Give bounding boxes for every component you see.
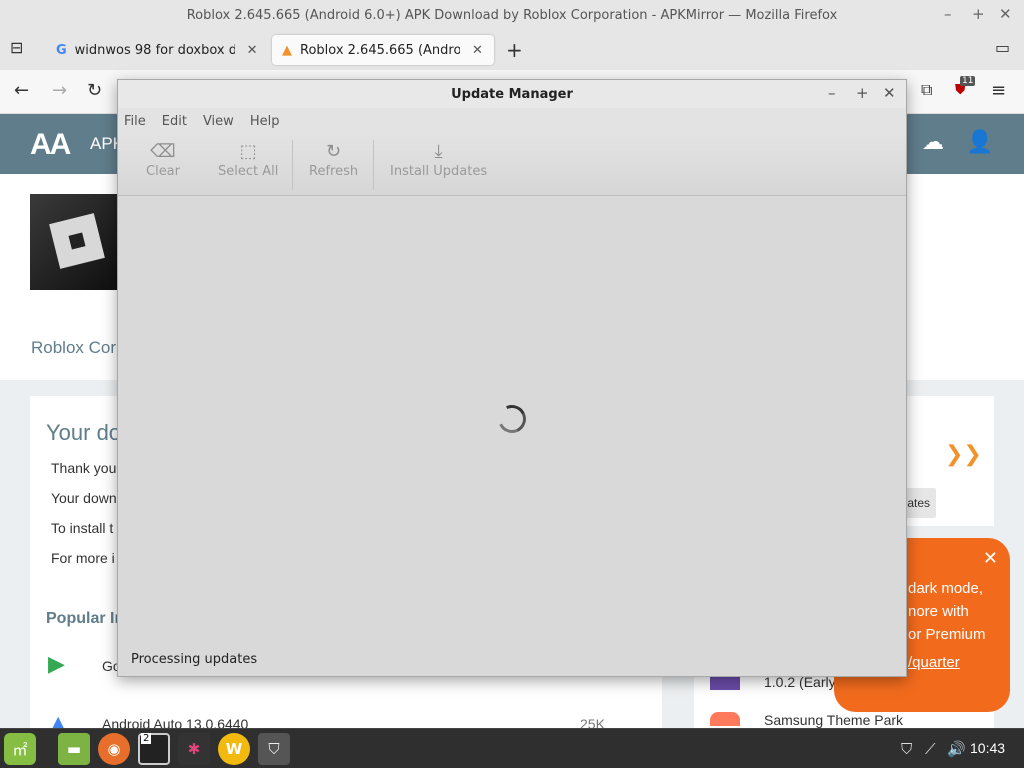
refresh-icon: ↻ (326, 141, 342, 162)
browser-titlebar: Roblox 2.645.665 (Android 6.0+) APK Down… (0, 0, 1024, 30)
taskbar: ㎡ ▬ ◉ 2 ✱ W ⛉ ⛉ ⟋ 🔊 10:43 (0, 728, 1024, 768)
tab-label: widnwos 98 for doxbox disk (74, 42, 235, 58)
promo-line: or Premium (908, 626, 986, 643)
tab-google-search[interactable]: G widnwos 98 for doxbox disk ✕ (46, 35, 268, 65)
right-list-item[interactable]: Samsung Theme Park (764, 712, 903, 728)
download-icon: ⤓ (434, 141, 443, 162)
tab-roblox-apkmirror[interactable]: ▲ Roblox 2.645.665 (Android ( ✕ (272, 35, 494, 65)
dialog-toolbar: ⌫ Clear ⬚ Select All ↻ Refresh ⤓ Install… (118, 134, 906, 196)
menu-edit[interactable]: Edit (162, 114, 187, 129)
tab-close-icon[interactable]: ✕ (247, 43, 258, 58)
card-line: Your down (51, 490, 117, 506)
clear-label: Clear (146, 164, 180, 179)
terminal-icon[interactable]: 2 (138, 733, 170, 765)
window-list-icon[interactable]: ▭ (995, 38, 1010, 57)
promo-close-button[interactable]: ✕ (983, 548, 998, 569)
extension-badge: 11 (960, 76, 976, 86)
menu-file[interactable]: File (124, 114, 146, 129)
reload-icon[interactable]: ↻ (87, 80, 102, 101)
loading-spinner-icon (494, 401, 530, 437)
menu-view[interactable]: View (203, 114, 234, 129)
dialog-close-button[interactable]: ✕ (883, 84, 896, 102)
browser-close-button[interactable]: ✕ (999, 5, 1012, 23)
tab-strip: ⊟ G widnwos 98 for doxbox disk ✕ ▲ Roblo… (0, 30, 1024, 70)
update-manager-icon[interactable]: ⛉ (258, 733, 290, 765)
play-store-icon: ▶ (48, 652, 65, 677)
promo-link[interactable]: /quarter (908, 654, 960, 671)
updates-list-area (118, 197, 906, 637)
dialog-maximize-button[interactable]: + (856, 84, 869, 102)
card-line: Thank you (51, 460, 117, 476)
browser-minimize-button[interactable]: – (944, 5, 952, 23)
update-manager-window: Update Manager – + ✕ File Edit View Help… (117, 79, 907, 677)
toolbar-separator (292, 140, 293, 190)
upload-icon[interactable]: ☁ (922, 130, 944, 155)
warpinator-icon[interactable]: W (218, 733, 250, 765)
forward-icon[interactable]: → (52, 80, 67, 101)
app-thumbnail (710, 712, 740, 726)
tab-list-icon[interactable]: ⊟ (10, 38, 23, 57)
card-title: Your do (46, 420, 122, 445)
palette-icon[interactable]: ✱ (178, 733, 210, 765)
clear-button[interactable]: ⌫ Clear (146, 140, 180, 179)
clock[interactable]: 10:43 (970, 740, 1005, 756)
user-icon[interactable]: 👤 (966, 130, 993, 155)
mint-menu-icon[interactable]: ㎡ (4, 733, 36, 765)
browser-window-title: Roblox 2.645.665 (Android 6.0+) APK Down… (186, 7, 838, 23)
dialog-titlebar[interactable]: Update Manager – + ✕ (118, 80, 906, 108)
apkmirror-icon: ▲ (282, 42, 292, 58)
volume-icon[interactable]: 🔊 (947, 740, 966, 758)
install-updates-button[interactable]: ⤓ Install Updates (390, 140, 487, 179)
extensions-icon[interactable]: ⧉ (921, 80, 932, 100)
network-icon[interactable]: ⟋ (925, 740, 936, 758)
back-icon[interactable]: ← (14, 80, 29, 101)
firefox-icon[interactable]: ◉ (98, 733, 130, 765)
menu-help[interactable]: Help (250, 114, 280, 129)
new-tab-button[interactable]: + (506, 38, 523, 62)
select-all-icon: ⬚ (239, 141, 257, 162)
select-all-button[interactable]: ⬚ Select All (218, 140, 278, 179)
toolbar-separator (373, 140, 374, 190)
roblox-app-icon (30, 194, 126, 290)
app-thumbnail (710, 676, 740, 690)
shield-icon[interactable]: ⛉ (901, 740, 912, 758)
browser-maximize-button[interactable]: + (972, 5, 985, 23)
popular-title: Popular In (46, 610, 125, 627)
card-line: For more i (51, 550, 115, 566)
refresh-button[interactable]: ↻ Refresh (309, 140, 358, 179)
google-icon: G (56, 42, 67, 58)
select-all-label: Select All (218, 164, 279, 179)
dialog-menubar: File Edit View Help (118, 108, 906, 134)
tab-label: Roblox 2.645.665 (Android ( (300, 42, 460, 58)
rss-icon[interactable]: ❯❯ (945, 442, 982, 467)
dialog-minimize-button[interactable]: – (828, 84, 836, 102)
card-line: To install t (51, 520, 114, 536)
install-updates-label: Install Updates (390, 164, 488, 179)
clear-icon: ⌫ (150, 141, 176, 162)
tab-close-icon[interactable]: ✕ (472, 43, 483, 58)
status-text: Processing updates (131, 652, 258, 667)
files-icon[interactable]: ▬ (58, 733, 90, 765)
promo-line: dark mode, (908, 580, 984, 597)
menu-icon[interactable]: ≡ (991, 80, 1006, 101)
terminal-badge: 2 (141, 733, 152, 744)
refresh-label: Refresh (309, 164, 359, 179)
apkmirror-logo[interactable]: AA (30, 128, 71, 162)
dialog-title: Update Manager (451, 86, 573, 102)
promo-line: nore with (908, 603, 969, 620)
developer-name[interactable]: Roblox Cor (31, 338, 116, 358)
